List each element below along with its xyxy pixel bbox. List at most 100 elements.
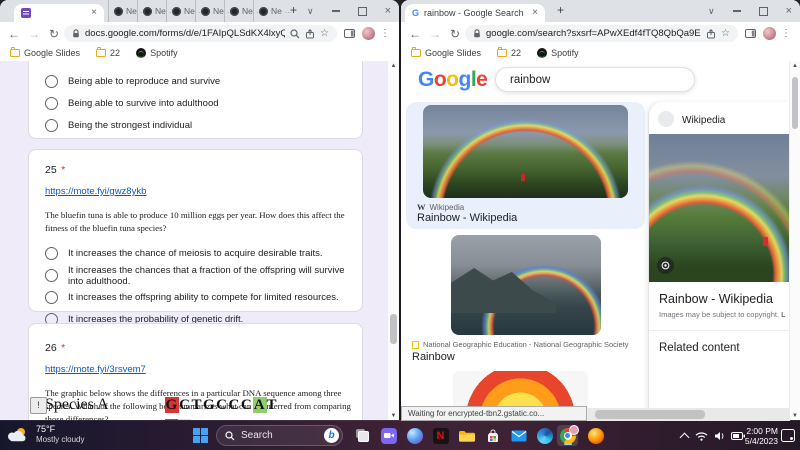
tab-search-chevron-icon[interactable]: ∨ (708, 6, 715, 17)
tab-ne-5[interactable]: Ne… (224, 0, 263, 22)
bookmark-22[interactable]: 22 (96, 47, 120, 58)
result-image-rainbow-hills[interactable] (423, 105, 628, 198)
tab-close-icon[interactable]: × (91, 8, 97, 18)
tab-ne-1[interactable]: Ne… (108, 0, 147, 22)
tray-chevron-button[interactable] (679, 421, 690, 450)
tab-ne-2[interactable]: Ne… (137, 0, 176, 22)
radio-option[interactable]: It increases the offspring ability to co… (45, 287, 346, 309)
scroll-up-icon[interactable]: ▲ (388, 63, 399, 69)
bookmark-star-icon[interactable]: ☆ (721, 28, 730, 39)
notification-center-button[interactable] (781, 421, 795, 450)
tab-ne-4[interactable]: Ne… (195, 0, 234, 22)
volume-indicator[interactable] (714, 421, 726, 450)
forward-button[interactable]: → (24, 27, 44, 41)
tab-rainbow-search[interactable]: G rainbow - Google Search × (405, 4, 545, 22)
address-bar[interactable]: docs.google.com/forms/d/e/1FAIpQLSdKX4lx… (64, 25, 337, 42)
panel-source[interactable]: Wikipedia (682, 115, 725, 126)
learn-more-link[interactable]: Learn More (781, 310, 785, 319)
radio-option[interactable]: It increases the chances that a fraction… (45, 265, 346, 287)
bookmark-spotify[interactable]: Spotify (136, 48, 178, 58)
chrome-button[interactable] (557, 424, 579, 446)
result-title[interactable]: Rainbow - Wikipedia (417, 212, 517, 224)
maximize-button[interactable] (758, 6, 768, 16)
scroll-down-icon[interactable]: ▼ (388, 413, 399, 419)
google-lens-icon[interactable] (657, 257, 674, 274)
radio-icon[interactable] (45, 247, 58, 260)
zoom-page-icon[interactable] (290, 28, 300, 39)
mail-button[interactable] (508, 425, 529, 446)
profile-avatar[interactable] (763, 27, 776, 40)
refresh-button[interactable]: ↻ (44, 27, 64, 41)
share-icon[interactable] (305, 28, 315, 39)
scrollbar-thumb[interactable] (390, 314, 397, 344)
radio-icon[interactable] (45, 291, 58, 304)
forward-button[interactable]: → (425, 27, 445, 41)
bookmark-google-slides[interactable]: Google Slides (411, 47, 481, 58)
wifi-indicator[interactable] (695, 421, 708, 450)
battery-indicator[interactable] (731, 421, 746, 450)
scroll-up-icon[interactable]: ▲ (790, 63, 800, 69)
task-view-button[interactable] (352, 425, 373, 446)
netflix-button[interactable]: N (430, 425, 451, 446)
panel-image-double-rainbow[interactable] (649, 134, 791, 282)
radio-icon[interactable] (45, 74, 58, 88)
widgets-app-button[interactable] (404, 425, 425, 446)
close-window-button[interactable]: × (786, 5, 792, 17)
radio-icon[interactable] (45, 269, 58, 282)
profile-avatar[interactable] (362, 27, 375, 40)
firefox-button[interactable] (585, 425, 606, 446)
radio-option[interactable]: Being able to survive into adulthood (45, 92, 346, 114)
refresh-button[interactable]: ↻ (445, 27, 465, 41)
tab-search-chevron-icon[interactable]: ∨ (307, 6, 314, 17)
comment-indicator-icon[interactable]: ! (30, 397, 47, 414)
browser-menu-kebab-icon[interactable]: ⋮ (776, 28, 796, 39)
scrollbar-thumb[interactable] (595, 410, 705, 419)
google-logo[interactable]: Google (418, 68, 488, 92)
vertical-scrollbar[interactable]: ▲ ▼ (387, 61, 399, 421)
mote-link[interactable]: https://mote.fyi/3rsvem7 (45, 364, 146, 375)
new-tab-button[interactable]: + (557, 3, 564, 17)
scroll-down-icon[interactable]: ▼ (790, 413, 800, 419)
bookmark-star-icon[interactable]: ☆ (320, 28, 329, 39)
bookmark-22[interactable]: 22 (497, 47, 521, 58)
result-image-rainbow-fjord[interactable] (451, 235, 601, 335)
tab-close-icon[interactable]: × (532, 8, 538, 18)
bookmark-spotify[interactable]: Spotify (537, 48, 579, 58)
bing-icon[interactable]: b (324, 428, 339, 443)
microsoft-store-button[interactable] (482, 425, 503, 446)
scrollbar-thumb[interactable] (792, 77, 798, 129)
side-panel-icon[interactable] (745, 29, 756, 38)
new-tab-button[interactable]: + (290, 3, 297, 17)
result-title[interactable]: Rainbow (412, 351, 455, 363)
tab-ne-3[interactable]: Ne… (166, 0, 205, 22)
close-window-button[interactable]: × (385, 5, 391, 17)
edge-button[interactable] (534, 425, 555, 446)
radio-icon[interactable] (45, 96, 58, 110)
horizontal-scrollbar[interactable] (587, 408, 790, 421)
radio-option[interactable]: Being able to reproduce and survive (45, 70, 346, 92)
mote-link[interactable]: https://mote.fyi/gwz8ykb (45, 186, 146, 197)
radio-option[interactable]: Being the strongest individual (45, 114, 346, 136)
weather-widget[interactable]: 75°F Mostly cloudy (6, 424, 84, 445)
browser-menu-kebab-icon[interactable]: ⋮ (375, 28, 395, 39)
minimize-button[interactable] (331, 10, 340, 12)
panel-title[interactable]: Rainbow - Wikipedia (659, 292, 773, 306)
tab-google-forms[interactable]: × (14, 4, 104, 22)
tab-ne-6[interactable]: Ne… (253, 0, 292, 22)
radio-icon[interactable] (45, 118, 58, 132)
minimize-button[interactable] (732, 10, 741, 12)
share-icon[interactable] (706, 28, 716, 39)
file-explorer-button[interactable] (456, 425, 477, 446)
image-result[interactable]: National Geographic Education - National… (406, 233, 645, 368)
bookmark-google-slides[interactable]: Google Slides (10, 47, 80, 58)
search-input[interactable]: rainbow (495, 67, 695, 92)
start-button[interactable] (190, 425, 211, 446)
back-button[interactable]: ← (405, 27, 425, 41)
address-bar[interactable]: google.com/search?sxsrf=APwXEdf4fTQ8QbQa… (465, 25, 738, 42)
side-panel-icon[interactable] (344, 29, 355, 38)
maximize-button[interactable] (357, 6, 367, 16)
chat-button[interactable] (378, 425, 399, 446)
radio-option[interactable]: It increases the chance of meiosis to ac… (45, 243, 346, 265)
clock-widget[interactable]: 2:00 PM 5/4/2023 (745, 421, 778, 450)
taskbar-search[interactable]: Search b (216, 425, 343, 446)
